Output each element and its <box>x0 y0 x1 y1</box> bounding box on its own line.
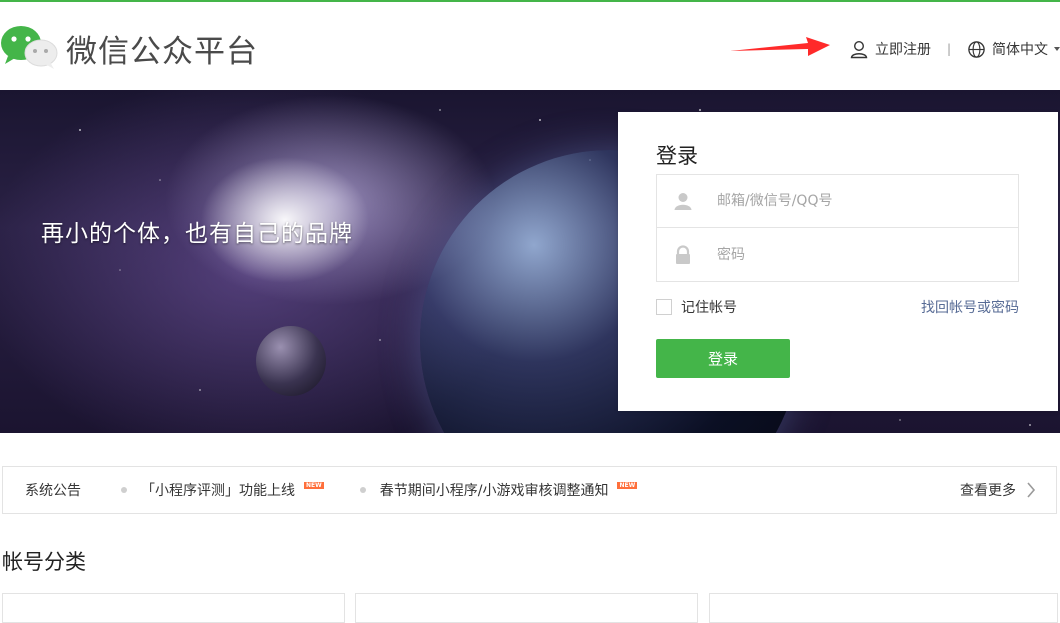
category-card[interactable] <box>2 593 345 623</box>
password-field[interactable] <box>656 228 1019 282</box>
announcement-item[interactable]: 「小程序评测」功能上线 NEW <box>121 480 324 500</box>
new-badge: NEW <box>304 481 324 489</box>
brand-title[interactable]: 微信公众平台 <box>66 26 258 71</box>
header-actions: 立即注册 | 简体中文 <box>849 38 1060 60</box>
category-card[interactable] <box>355 593 698 623</box>
category-card[interactable] <box>709 593 1058 623</box>
red-arrow-annotation <box>730 37 830 56</box>
register-label: 立即注册 <box>874 42 931 58</box>
chevron-down-icon <box>1054 47 1060 51</box>
language-label: 简体中文 <box>992 42 1048 58</box>
remember-label: 记住帐号 <box>681 300 737 316</box>
view-more-label: 查看更多 <box>960 483 1016 499</box>
chevron-right-icon <box>1027 482 1036 498</box>
announcement-label: 系统公告 <box>25 483 81 499</box>
banner-slogan: 再小的个体，也有自己的品牌 <box>41 221 353 247</box>
language-selector[interactable]: 简体中文 <box>967 39 1060 59</box>
forgot-password-link[interactable]: 找回帐号或密码 <box>921 297 1019 317</box>
bullet-icon <box>121 487 127 493</box>
account-field[interactable] <box>656 174 1019 228</box>
login-panel: 登录 记住帐号 找回帐号或密码 登录 <box>618 112 1058 411</box>
announcement-text: 春节期间小程序/小游戏审核调整通知 <box>379 483 609 499</box>
register-link[interactable]: 立即注册 <box>849 39 931 59</box>
announcement-item[interactable]: 春节期间小程序/小游戏审核调整通知 NEW <box>359 480 638 500</box>
view-more-link[interactable]: 查看更多 <box>960 467 1036 513</box>
announcement-text: 「小程序评测」功能上线 <box>141 483 295 499</box>
section-title: 帐号分类 <box>2 550 86 574</box>
header-separator: | <box>946 42 951 56</box>
login-button[interactable]: 登录 <box>656 339 790 378</box>
login-title: 登录 <box>656 144 698 168</box>
bullet-icon <box>359 487 366 493</box>
remember-account[interactable]: 记住帐号 <box>656 297 737 317</box>
account-input[interactable] <box>717 175 1018 227</box>
user-icon <box>674 193 692 210</box>
lock-icon <box>676 244 690 264</box>
remember-checkbox[interactable] <box>656 299 672 315</box>
new-badge: NEW <box>617 481 638 489</box>
announcement-bar: 系统公告 「小程序评测」功能上线 NEW 春节期间小程序/小游戏审核调整通知 N… <box>2 466 1057 514</box>
moon-decoration <box>256 326 326 396</box>
globe-icon <box>968 40 985 58</box>
header: 微信公众平台 立即注册 | 简体中文 <box>0 2 1060 90</box>
password-input[interactable] <box>717 228 1018 281</box>
wechat-logo-icon[interactable] <box>0 24 60 70</box>
user-icon <box>850 40 868 59</box>
